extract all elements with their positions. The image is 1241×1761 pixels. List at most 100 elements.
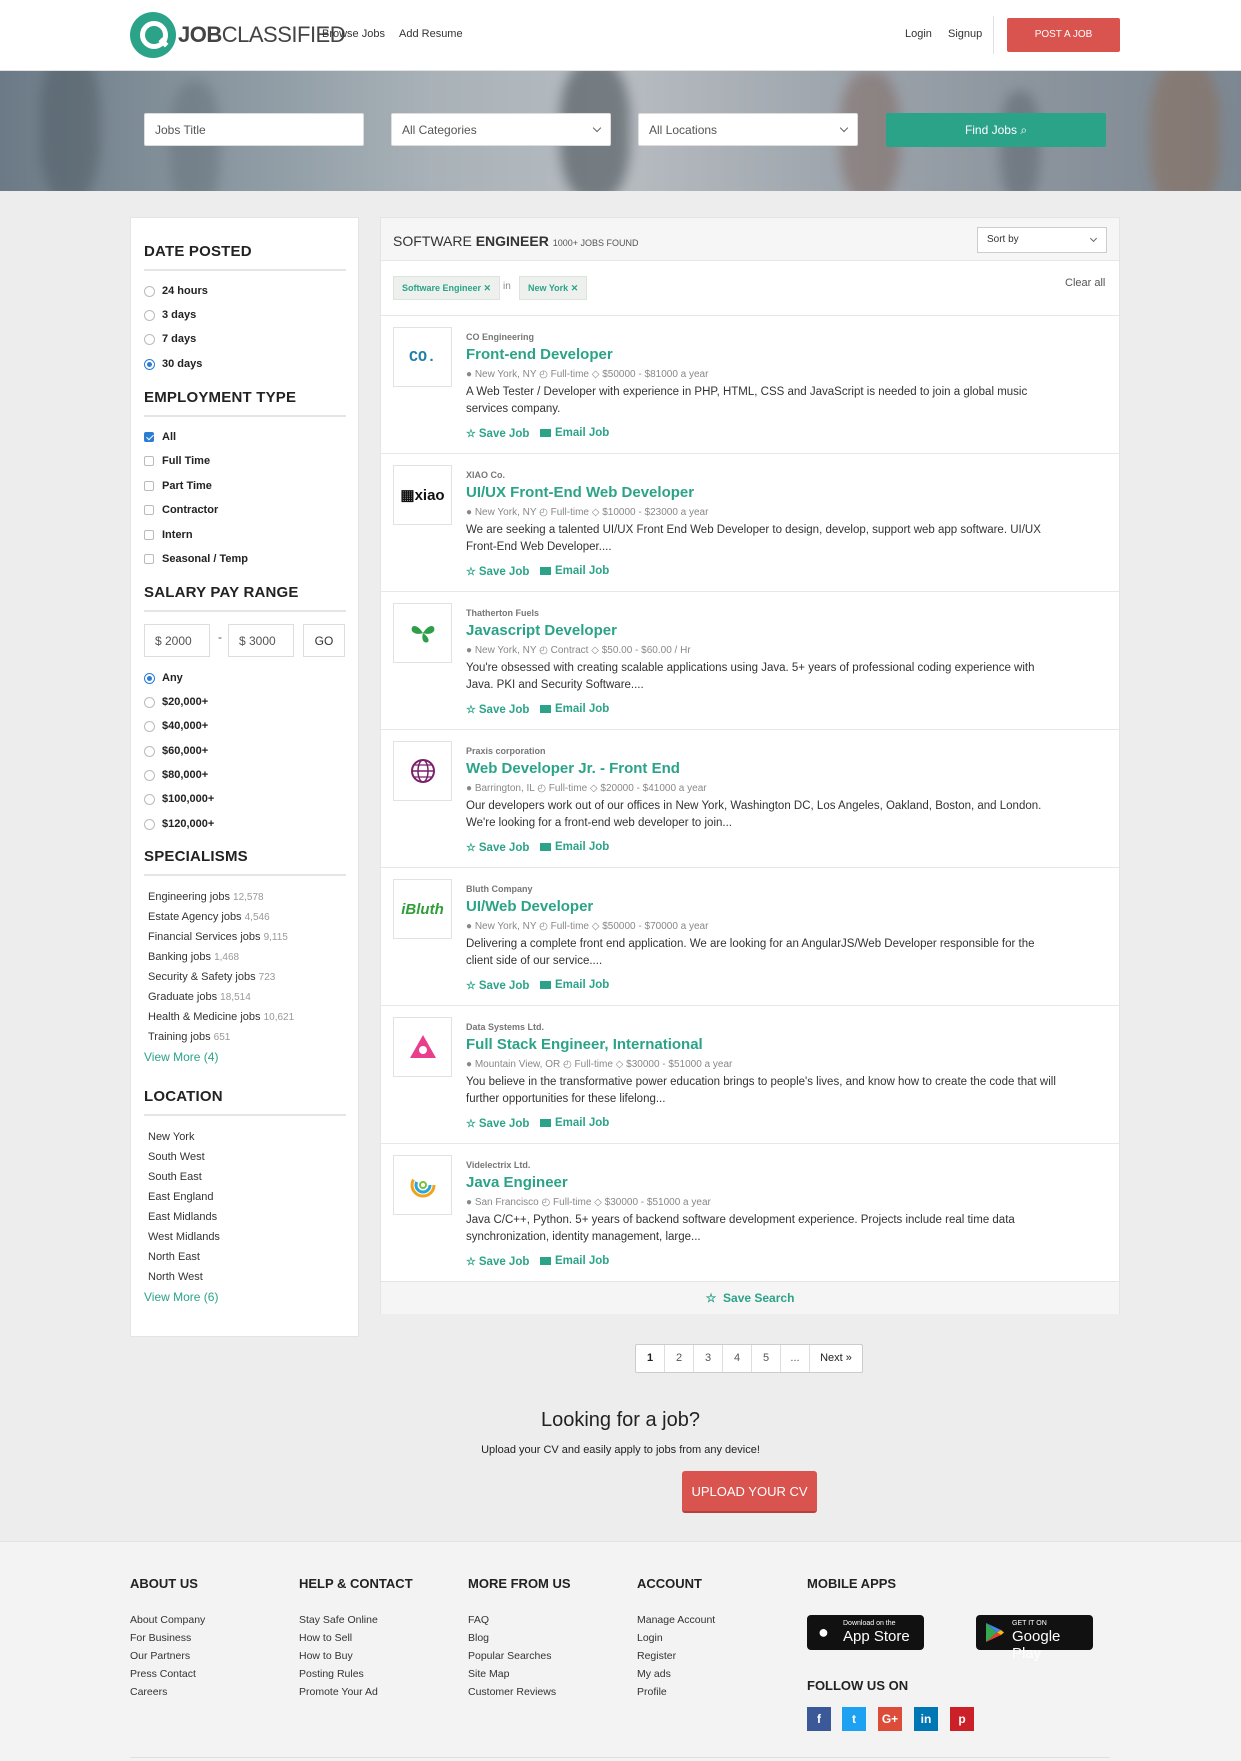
- clear-all-link[interactable]: Clear all: [1065, 277, 1105, 289]
- footer-link[interactable]: Login: [637, 1632, 715, 1650]
- specialisms-view-more-link[interactable]: View More (4): [144, 1050, 218, 1064]
- location-view-more-link[interactable]: View More (6): [144, 1290, 218, 1304]
- email-job-button[interactable]: Email Job: [540, 703, 609, 715]
- footer-link[interactable]: Blog: [468, 1632, 571, 1650]
- email-job-button[interactable]: Email Job: [540, 1255, 609, 1267]
- google-play-badge[interactable]: GET IT ON Google Play: [976, 1615, 1093, 1662]
- footer-link[interactable]: Profile: [637, 1686, 715, 1704]
- footer-link[interactable]: How to Sell: [299, 1632, 413, 1650]
- nav-add-resume[interactable]: Add Resume: [399, 28, 463, 40]
- footer-link[interactable]: Manage Account: [637, 1614, 715, 1632]
- upload-cv-button[interactable]: UPLOAD YOUR CV: [682, 1471, 817, 1513]
- salary-go-button[interactable]: GO: [303, 624, 345, 657]
- footer-link[interactable]: Register: [637, 1650, 715, 1668]
- job-title-link[interactable]: Full Stack Engineer, International: [466, 1036, 703, 1053]
- footer-link[interactable]: Press Contact: [130, 1668, 205, 1686]
- job-title-input[interactable]: Jobs Title: [144, 113, 364, 146]
- location-link[interactable]: West Midlands: [148, 1231, 220, 1243]
- company-logo[interactable]: iBluth: [393, 879, 452, 939]
- company-logo[interactable]: [393, 1017, 452, 1077]
- save-job-button[interactable]: ☆ Save Job: [466, 1255, 529, 1269]
- page-link[interactable]: 4: [723, 1345, 752, 1372]
- sort-by-select[interactable]: Sort by: [977, 227, 1107, 253]
- location-link[interactable]: East England: [148, 1191, 213, 1203]
- filter-tag-location[interactable]: New York ✕: [519, 276, 588, 300]
- email-job-button[interactable]: Email Job: [540, 427, 609, 439]
- footer-link[interactable]: For Business: [130, 1632, 205, 1650]
- specialism-link[interactable]: Financial Services jobs 9,115: [148, 931, 288, 943]
- footer-link[interactable]: My ads: [637, 1668, 715, 1686]
- category-select[interactable]: All Categories: [391, 113, 611, 146]
- email-job-button[interactable]: Email Job: [540, 979, 609, 991]
- close-icon[interactable]: ✕: [571, 283, 579, 293]
- nav-browse-jobs[interactable]: Browse Jobs: [322, 28, 385, 40]
- specialism-link[interactable]: Graduate jobs 18,514: [148, 991, 251, 1003]
- salary-min-input[interactable]: $ 2000: [144, 624, 210, 657]
- salary-option-any[interactable]: Any: [144, 672, 183, 684]
- date-option-30d[interactable]: 30 days: [144, 358, 202, 370]
- specialism-link[interactable]: Banking jobs 1,468: [148, 951, 239, 963]
- next-page-link[interactable]: Next »: [810, 1345, 862, 1372]
- footer-link[interactable]: Posting Rules: [299, 1668, 413, 1686]
- footer-link[interactable]: Stay Safe Online: [299, 1614, 413, 1632]
- close-icon[interactable]: ✕: [484, 283, 492, 293]
- save-job-button[interactable]: ☆ Save Job: [466, 1117, 529, 1131]
- save-job-button[interactable]: ☆ Save Job: [466, 841, 529, 855]
- salary-option-120k[interactable]: $120,000+: [144, 818, 214, 830]
- site-logo[interactable]: JOBCLASSIFIED: [130, 12, 346, 58]
- location-link[interactable]: North West: [148, 1271, 203, 1283]
- location-link[interactable]: North East: [148, 1251, 200, 1263]
- save-job-button[interactable]: ☆ Save Job: [466, 979, 529, 993]
- facebook-icon[interactable]: f: [807, 1707, 831, 1731]
- emp-option-all[interactable]: All: [144, 431, 176, 443]
- job-title-link[interactable]: Front-end Developer: [466, 346, 613, 363]
- salary-option-20k[interactable]: $20,000+: [144, 696, 208, 708]
- page-link[interactable]: 1: [636, 1345, 665, 1372]
- twitter-icon[interactable]: t: [842, 1707, 866, 1731]
- job-title-link[interactable]: UI/UX Front-End Web Developer: [466, 484, 694, 501]
- specialism-link[interactable]: Engineering jobs 12,578: [148, 891, 264, 903]
- job-title-link[interactable]: Web Developer Jr. - Front End: [466, 760, 680, 777]
- footer-link[interactable]: Site Map: [468, 1668, 571, 1686]
- linkedin-icon[interactable]: in: [914, 1707, 938, 1731]
- app-store-badge[interactable]: ● Download on the App Store: [807, 1615, 924, 1650]
- email-job-button[interactable]: Email Job: [540, 1117, 609, 1129]
- company-logo[interactable]: CO.: [393, 327, 452, 387]
- pinterest-icon[interactable]: p: [950, 1707, 974, 1731]
- salary-option-100k[interactable]: $100,000+: [144, 793, 214, 805]
- email-job-button[interactable]: Email Job: [540, 841, 609, 853]
- save-job-button[interactable]: ☆ Save Job: [466, 427, 529, 441]
- specialism-link[interactable]: Training jobs 651: [148, 1031, 230, 1043]
- email-job-button[interactable]: Email Job: [540, 565, 609, 577]
- emp-option-part-time[interactable]: Part Time: [144, 480, 212, 492]
- footer-link[interactable]: How to Buy: [299, 1650, 413, 1668]
- location-link[interactable]: South West: [148, 1151, 205, 1163]
- location-link[interactable]: East Midlands: [148, 1211, 217, 1223]
- footer-link[interactable]: Careers: [130, 1686, 205, 1704]
- specialism-link[interactable]: Security & Safety jobs 723: [148, 971, 275, 983]
- job-title-link[interactable]: UI/Web Developer: [466, 898, 593, 915]
- location-link[interactable]: South East: [148, 1171, 202, 1183]
- company-logo[interactable]: [393, 741, 452, 801]
- specialism-link[interactable]: Health & Medicine jobs 10,621: [148, 1011, 294, 1023]
- salary-option-80k[interactable]: $80,000+: [144, 769, 208, 781]
- page-link[interactable]: 5: [752, 1345, 781, 1372]
- date-option-24h[interactable]: 24 hours: [144, 285, 208, 297]
- job-title-link[interactable]: Java Engineer: [466, 1174, 568, 1191]
- salary-option-60k[interactable]: $60,000+: [144, 745, 208, 757]
- footer-link[interactable]: Our Partners: [130, 1650, 205, 1668]
- footer-link[interactable]: Promote Your Ad: [299, 1686, 413, 1704]
- save-search-button[interactable]: ☆ Save Search: [381, 1281, 1119, 1314]
- location-select[interactable]: All Locations: [638, 113, 858, 146]
- page-link[interactable]: 3: [694, 1345, 723, 1372]
- emp-option-contractor[interactable]: Contractor: [144, 504, 218, 516]
- post-job-button[interactable]: POST A JOB: [1007, 18, 1120, 52]
- login-link[interactable]: Login: [905, 28, 932, 40]
- location-link[interactable]: New York: [148, 1131, 194, 1143]
- footer-link[interactable]: About Company: [130, 1614, 205, 1632]
- emp-option-intern[interactable]: Intern: [144, 529, 193, 541]
- company-logo[interactable]: [393, 1155, 452, 1215]
- save-job-button[interactable]: ☆ Save Job: [466, 565, 529, 579]
- footer-link[interactable]: Popular Searches: [468, 1650, 571, 1668]
- salary-option-40k[interactable]: $40,000+: [144, 720, 208, 732]
